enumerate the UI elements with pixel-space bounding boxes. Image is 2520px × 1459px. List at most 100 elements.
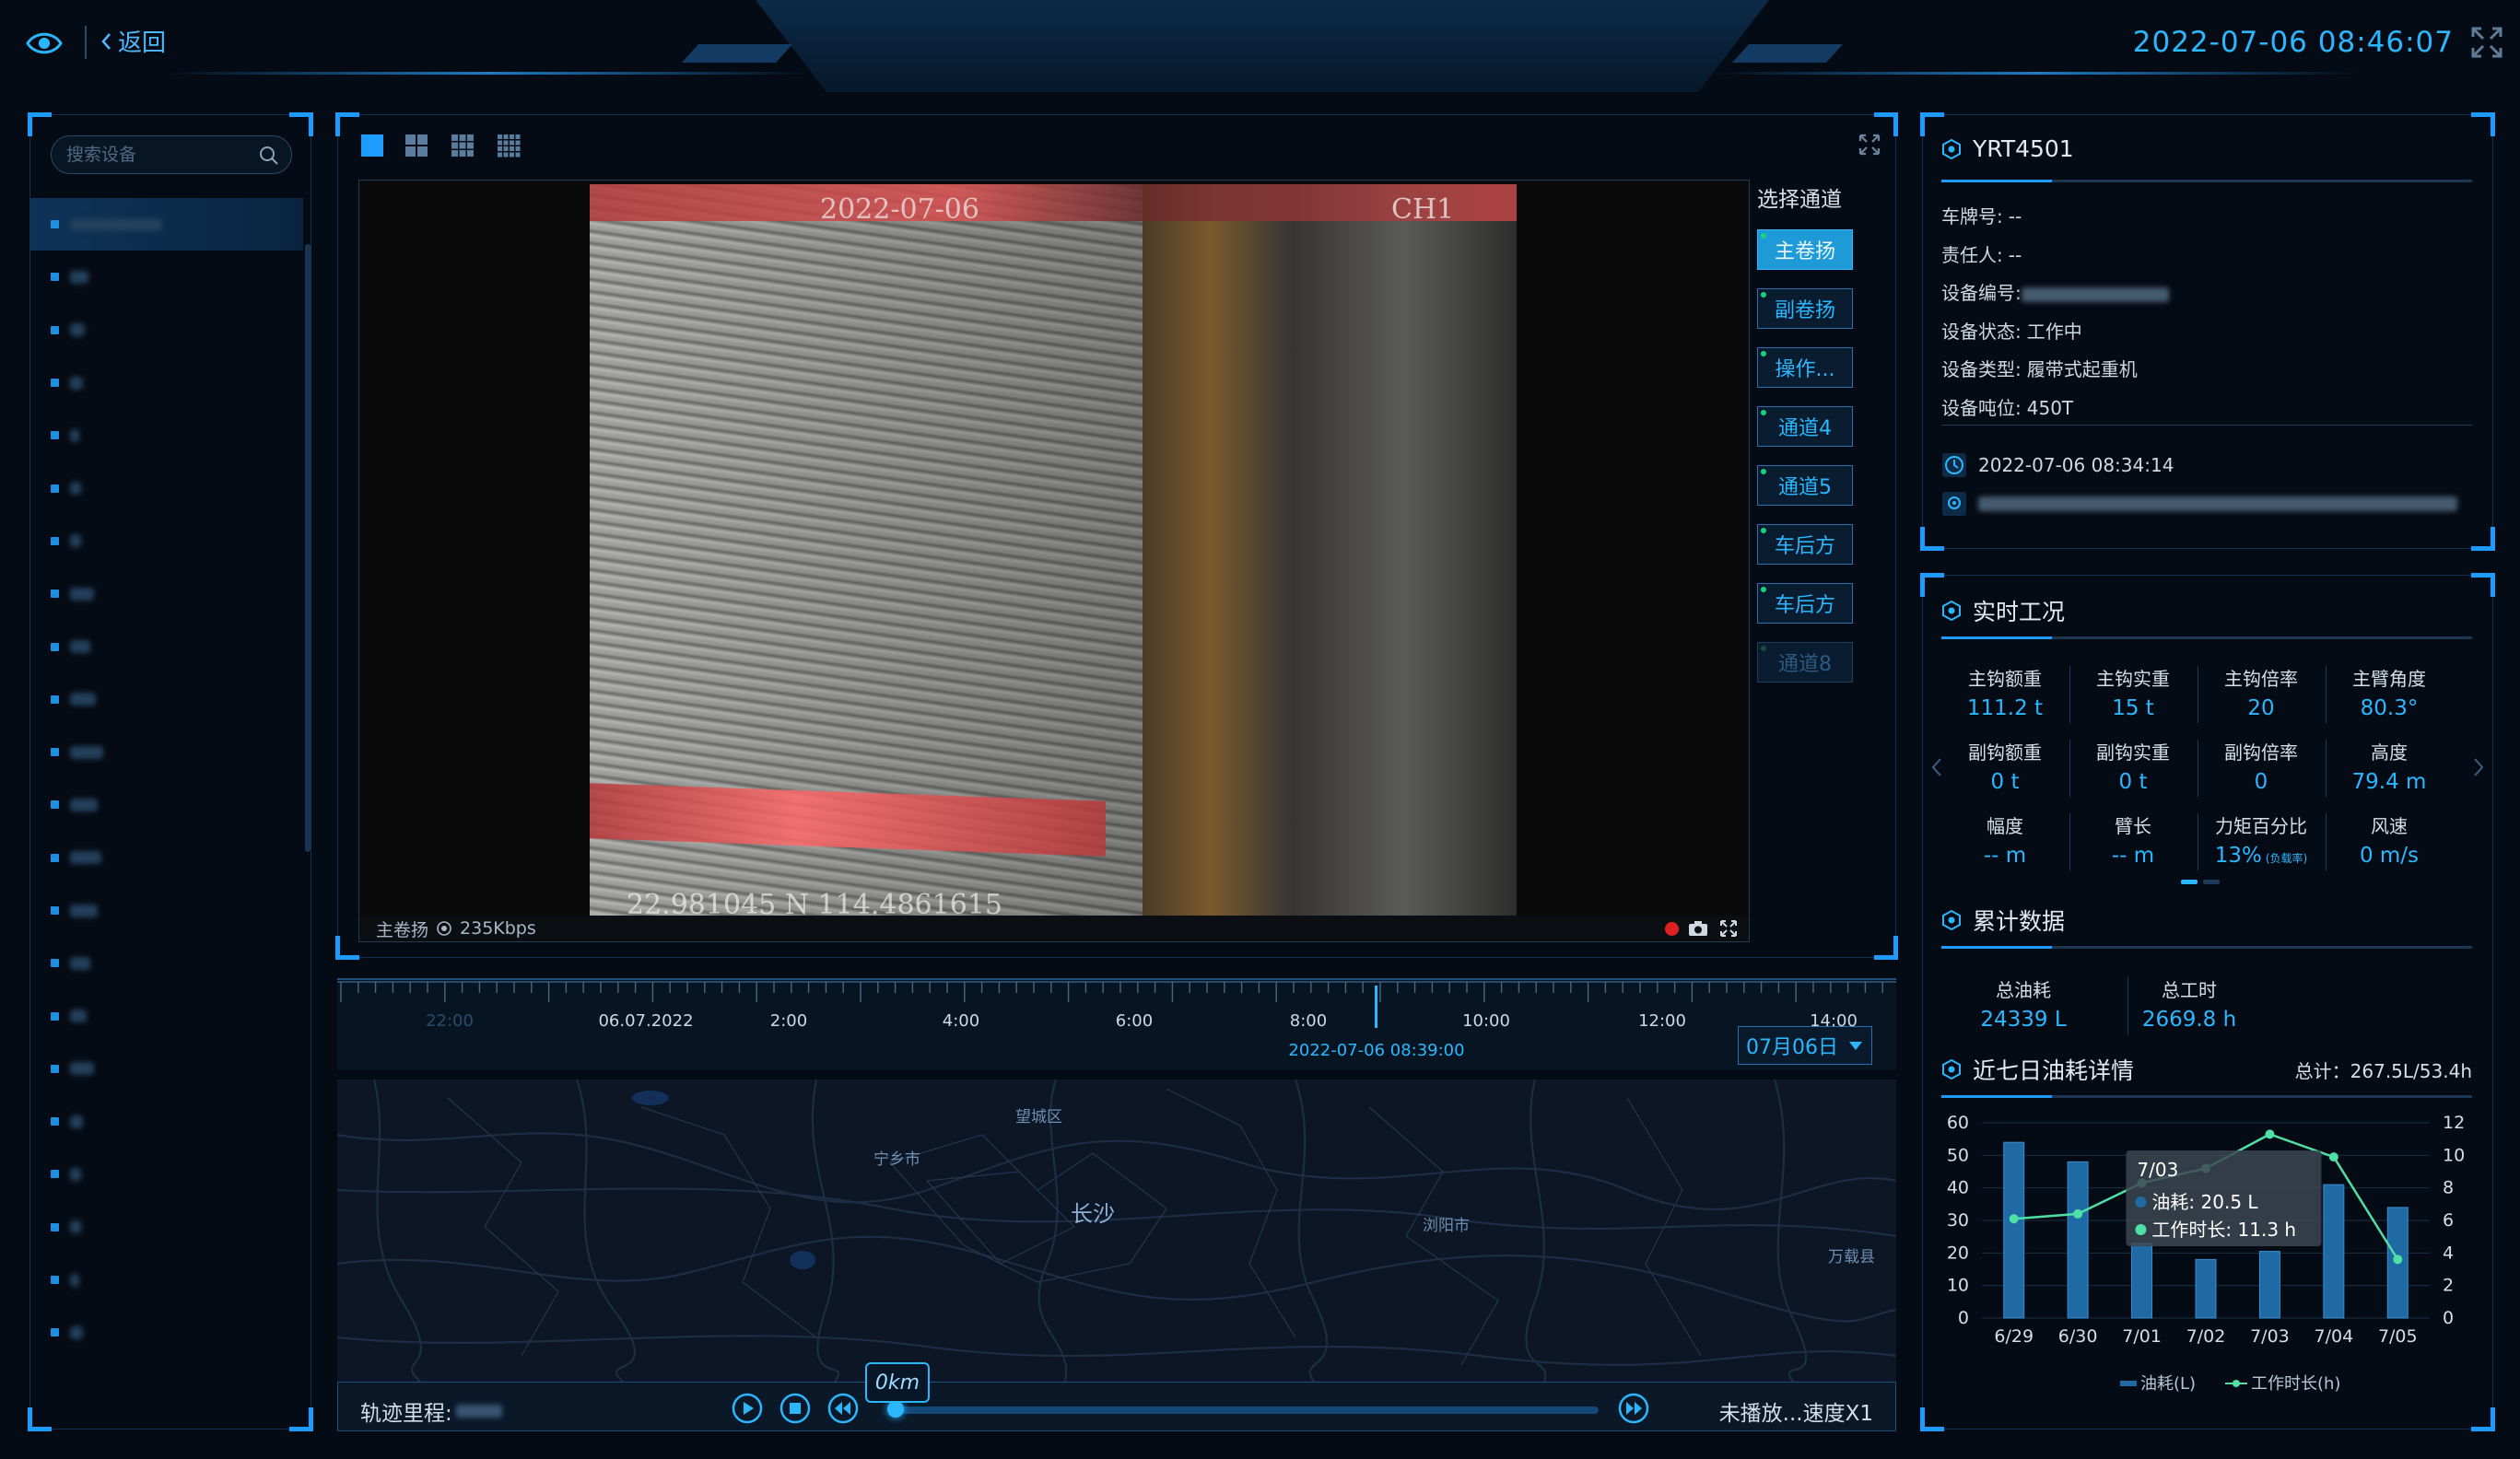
device-search-input[interactable] [66, 136, 260, 173]
play-icon[interactable] [731, 1392, 764, 1425]
fuel-total: 总计：267.5L/53.4h [2294, 1060, 2472, 1082]
fullscreen-icon[interactable] [2470, 26, 2503, 59]
timeline[interactable]: 2022-07-06 08:39:00 07月06日 22:00 06.07.20… [337, 978, 1896, 1070]
device-list-scrollbar[interactable] [305, 244, 311, 852]
layout-16-icon[interactable] [497, 134, 521, 158]
date-select[interactable]: 07月06日 [1738, 1026, 1872, 1065]
fuel-bar[interactable] [2067, 1161, 2089, 1319]
eye-icon[interactable] [26, 28, 63, 59]
channel-button[interactable]: 通道5 [1757, 465, 1853, 506]
work-hours-point[interactable] [2009, 1214, 2019, 1224]
device-list-item[interactable] [30, 356, 303, 409]
channel-button[interactable]: 操作... [1757, 347, 1853, 388]
device-list-item[interactable] [30, 1148, 303, 1200]
device-list-item[interactable] [30, 1306, 303, 1359]
record-icon[interactable] [1665, 922, 1679, 936]
video-player[interactable]: 2022-07-06 CH1 22.981045 N 114.4861615 主… [358, 180, 1750, 942]
legend-line-label[interactable]: 工作时长(h) [2251, 1374, 2340, 1394]
expand-icon[interactable] [1858, 134, 1881, 156]
metric-label: 主钩额重 [1968, 668, 2042, 690]
hexagon-target-icon [1942, 138, 1961, 159]
video-fullscreen-icon[interactable] [1719, 919, 1738, 938]
fuel-bar[interactable] [2131, 1243, 2153, 1319]
realtime-metric: 力矩百分比 13% (负载率) [2198, 811, 2325, 868]
device-list-item[interactable] [30, 198, 303, 251]
device-list-item[interactable] [30, 461, 303, 514]
video-osd-coordinates: 22.981045 N 114.4861615 [627, 889, 1002, 916]
device-status-icon [51, 1222, 59, 1231]
metric-value: 79.4 m [2326, 770, 2453, 794]
clock-icon [1942, 453, 1966, 477]
stop-icon[interactable] [779, 1392, 812, 1425]
layout-9-icon[interactable] [451, 134, 475, 158]
device-list-item[interactable] [30, 1201, 303, 1254]
device-status-icon [51, 1170, 59, 1179]
video-feed[interactable]: 2022-07-06 CH1 22.981045 N 114.4861615 [590, 184, 1517, 916]
device-list-item[interactable] [30, 778, 303, 831]
back-button[interactable]: 返回 [100, 24, 166, 58]
fuel-bar[interactable] [2003, 1141, 2025, 1319]
pager-dot-active[interactable] [2181, 880, 2198, 884]
channel-button[interactable]: 车后方 [1757, 524, 1853, 565]
x-tick-label: 7/02 [2186, 1326, 2226, 1347]
device-list-item[interactable] [30, 989, 303, 1042]
fuel-bar[interactable] [2323, 1184, 2345, 1319]
metric-label: 高度 [2371, 741, 2408, 764]
layout-1-icon[interactable] [360, 134, 384, 158]
fast-forward-icon[interactable] [1617, 1392, 1650, 1425]
device-list-item[interactable] [30, 832, 303, 884]
channel-button[interactable]: 主卷扬 [1757, 229, 1853, 270]
tooltip-line-marker [2135, 1224, 2147, 1235]
legend-line-marker [2233, 1380, 2240, 1387]
device-list-item[interactable] [30, 884, 303, 937]
device-list-item[interactable] [30, 1254, 303, 1306]
frame-corner [2471, 527, 2495, 551]
layout-4-icon[interactable] [404, 134, 428, 158]
device-list-item[interactable] [30, 304, 303, 356]
channel-button[interactable]: 车后方 [1757, 583, 1853, 624]
grid-separator [2127, 977, 2128, 1034]
rewind-icon[interactable] [826, 1392, 860, 1425]
timeline-playhead[interactable] [1375, 986, 1377, 1028]
device-list-item[interactable] [30, 726, 303, 778]
metric-label: 副钩额重 [1968, 741, 2042, 764]
pager-dot[interactable] [2203, 880, 2220, 884]
work-hours-point[interactable] [2265, 1129, 2275, 1139]
metric-value: 2669.8 h [2141, 1008, 2237, 1032]
work-hours-point[interactable] [2328, 1152, 2338, 1162]
channel-button[interactable]: 通道4 [1757, 406, 1853, 447]
search-icon[interactable] [258, 145, 280, 167]
legend-bar-label[interactable]: 油耗(L) [2140, 1374, 2196, 1394]
device-list-item[interactable] [30, 937, 303, 989]
device-list-item[interactable] [30, 251, 303, 303]
track-progress-slider[interactable] [887, 1406, 1599, 1414]
section-divider [1941, 1095, 2472, 1098]
device-list-item[interactable] [30, 673, 303, 726]
work-hours-point[interactable] [2393, 1255, 2403, 1265]
device-list-item[interactable] [30, 567, 303, 620]
fuel-bar[interactable] [2258, 1251, 2280, 1319]
metric-value: 111.2 t [1941, 696, 2069, 720]
channel-button[interactable]: 通道8 [1757, 642, 1853, 683]
device-list-item[interactable] [30, 620, 303, 672]
realtime-metric: 主钩倍率 20 [2198, 664, 2325, 720]
timeline-ruler[interactable] [337, 980, 1896, 1008]
fuel-chart[interactable]: 0 10 20 30 40 50 60 0 2 4 6 8 10 12 6/29 6/30 7/01 7/02 7/… [1936, 1110, 2481, 1423]
device-list-item[interactable] [30, 1043, 303, 1095]
device-info-label: 责任人: [1941, 243, 2003, 266]
device-list-item[interactable] [30, 409, 303, 461]
video-bitrate: 235Kbps [460, 918, 536, 939]
section-divider [1941, 636, 2472, 639]
device-list [30, 198, 303, 1360]
device-list-item[interactable] [30, 1095, 303, 1148]
track-progress-handle[interactable] [886, 1401, 904, 1418]
snapshot-camera-icon[interactable] [1688, 919, 1708, 938]
device-list-item[interactable] [30, 515, 303, 567]
chevron-right-icon[interactable] [2472, 756, 2485, 778]
fuel-bar[interactable] [2195, 1258, 2217, 1319]
map-label: 万载县 [1828, 1248, 1875, 1266]
track-map[interactable]: 望城区 宁乡市 长沙 浏阳市 万载县 [337, 1080, 1896, 1382]
work-hours-point[interactable] [2073, 1208, 2083, 1219]
device-status-icon [51, 1064, 59, 1073]
channel-button[interactable]: 副卷扬 [1757, 288, 1853, 329]
